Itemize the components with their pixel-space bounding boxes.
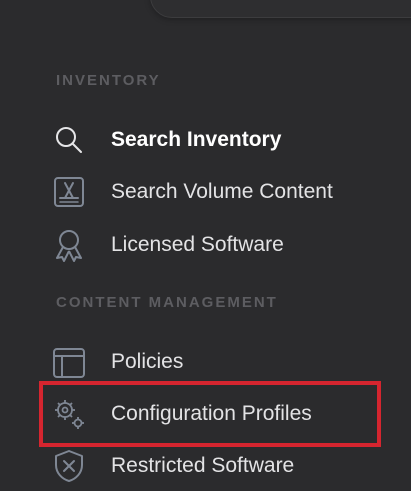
sidebar-item-label: Configuration Profiles — [111, 402, 312, 425]
sidebar-panel: INVENTORY Search Inventory Search Volume… — [0, 0, 411, 491]
app-store-icon — [48, 171, 90, 213]
search-bar-edge[interactable] — [150, 0, 411, 18]
sidebar-item-label: Restricted Software — [111, 454, 295, 477]
section-header-content-management: CONTENT MANAGEMENT — [56, 294, 278, 311]
window-icon — [48, 341, 90, 383]
shield-x-icon — [48, 445, 90, 487]
sidebar-item-label: Search Volume Content — [111, 180, 333, 203]
sidebar-item-configuration-profiles[interactable]: Configuration Profiles — [48, 392, 408, 436]
sidebar-item-restricted-software[interactable]: Restricted Software — [48, 444, 408, 488]
gears-icon — [48, 393, 90, 435]
search-icon — [48, 119, 90, 161]
sidebar-item-licensed-software[interactable]: Licensed Software — [48, 223, 408, 267]
sidebar-item-label: Policies — [111, 350, 184, 373]
sidebar-item-policies[interactable]: Policies — [48, 340, 408, 384]
award-ribbon-icon — [48, 224, 90, 266]
sidebar-item-search-inventory[interactable]: Search Inventory — [48, 118, 408, 162]
sidebar-item-label: Search Inventory — [111, 128, 282, 151]
section-header-inventory: INVENTORY — [56, 72, 161, 89]
sidebar-item-search-volume-content[interactable]: Search Volume Content — [48, 170, 408, 214]
sidebar-item-label: Licensed Software — [111, 233, 284, 256]
